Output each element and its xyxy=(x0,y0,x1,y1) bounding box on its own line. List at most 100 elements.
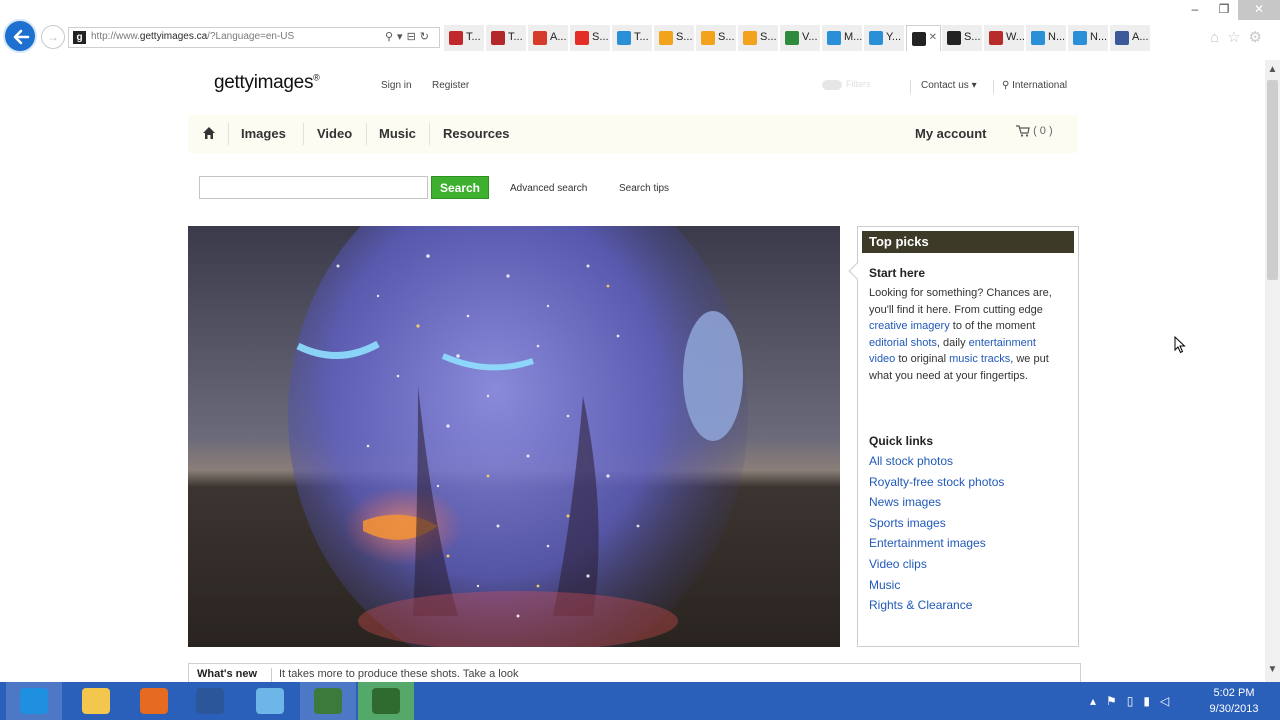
restore-button[interactable]: ❐ xyxy=(1210,0,1238,20)
favorites-star-icon[interactable]: ☆ xyxy=(1227,29,1248,46)
clock-date[interactable]: 9/30/2013 xyxy=(1206,703,1262,715)
quick-link[interactable]: Royalty-free stock photos xyxy=(869,475,1004,496)
scroll-up-arrow-icon[interactable]: ▲ xyxy=(1265,64,1280,78)
settings-gear-icon[interactable]: ⚙ xyxy=(1249,29,1270,46)
url-host: gettyimages.ca xyxy=(139,31,208,42)
home-icon[interactable] xyxy=(202,126,216,140)
page-scrollbar[interactable]: ▲ ▼ xyxy=(1265,60,1280,682)
quick-link[interactable]: Entertainment images xyxy=(869,536,1004,557)
sign-in-link[interactable]: Sign in xyxy=(381,80,412,91)
advanced-search-link[interactable]: Advanced search xyxy=(510,183,587,194)
camtasia-recorder-taskbar-button[interactable] xyxy=(300,682,356,720)
minimize-button[interactable]: – xyxy=(1180,0,1210,20)
quick-link[interactable]: All stock photos xyxy=(869,454,1004,475)
show-hidden-icons-arrow-icon[interactable]: ▴ xyxy=(1090,694,1106,708)
browser-tab[interactable]: N... xyxy=(1068,25,1109,51)
back-arrow-icon xyxy=(13,29,30,45)
filter-toggle[interactable]: Filters xyxy=(822,79,898,93)
compatibility-icon[interactable]: ⊟ xyxy=(407,31,420,43)
browser-tab[interactable]: M... xyxy=(822,25,863,51)
browser-tab[interactable]: V... xyxy=(780,25,821,51)
search-button[interactable]: Search xyxy=(431,176,489,199)
cart-button[interactable]: ( 0 ) xyxy=(1016,125,1053,137)
network-icon[interactable]: ▮ xyxy=(1143,694,1160,708)
search-input[interactable] xyxy=(199,176,428,199)
browser-tab[interactable]: T... xyxy=(486,25,527,51)
header-divider xyxy=(910,80,911,94)
panel-pointer xyxy=(848,262,866,280)
url-suffix: /?Language=en-US xyxy=(207,31,295,42)
scrollbar-thumb[interactable] xyxy=(1267,80,1278,280)
youtube-icon xyxy=(575,31,589,45)
web-page: gettyimages® Sign in Register Filters Co… xyxy=(0,60,1265,682)
nav-images[interactable]: Images xyxy=(241,126,286,141)
tab-label: T... xyxy=(466,31,481,43)
my-account-link[interactable]: My account xyxy=(915,126,987,141)
home-icon[interactable]: ⌂ xyxy=(1210,29,1227,46)
international-link[interactable]: ⚲ International xyxy=(1002,80,1067,91)
gettyimages-logo[interactable]: gettyimages® xyxy=(214,72,320,94)
nav-resources[interactable]: Resources xyxy=(443,126,509,141)
browser-tab[interactable]: T... xyxy=(444,25,485,51)
browser-chrome: → g http://www.gettyimages.ca/?Language=… xyxy=(0,0,1280,60)
internet-explorer-icon xyxy=(20,688,48,714)
close-window-button[interactable]: ✕ xyxy=(1238,0,1280,20)
hero-image[interactable] xyxy=(188,226,840,647)
nav-music[interactable]: Music xyxy=(379,126,416,141)
search-tips-link[interactable]: Search tips xyxy=(619,183,669,194)
multicolor-grid-icon xyxy=(701,31,715,45)
refresh-icon[interactable]: ↻ xyxy=(420,31,433,43)
tab-label: S... xyxy=(592,31,609,43)
browser-tab[interactable]: T... xyxy=(612,25,653,51)
firefox-taskbar-button[interactable] xyxy=(126,682,182,720)
quick-link[interactable]: Rights & Clearance xyxy=(869,598,1004,619)
browser-tab[interactable]: S... xyxy=(696,25,737,51)
intro-link[interactable]: music tracks xyxy=(949,353,1010,365)
volume-icon[interactable]: ◁ xyxy=(1160,694,1179,708)
browser-tab[interactable]: N... xyxy=(1026,25,1067,51)
address-bar-icons[interactable]: ⚲▾⊟↻ xyxy=(385,30,433,43)
browser-tab[interactable]: W... xyxy=(984,25,1025,51)
browser-tab[interactable]: Y... xyxy=(864,25,905,51)
register-link[interactable]: Register xyxy=(432,80,469,91)
firefox-icon xyxy=(140,688,168,714)
international-label: International xyxy=(1012,80,1068,91)
clock-time[interactable]: 5:02 PM xyxy=(1206,687,1262,699)
browser-tab[interactable]: A... xyxy=(528,25,569,51)
file-explorer-taskbar-button[interactable] xyxy=(68,682,124,720)
ie-page-icon xyxy=(1073,31,1087,45)
browser-tab[interactable]: S... xyxy=(570,25,611,51)
quick-link[interactable]: News images xyxy=(869,495,1004,516)
notepad-taskbar-button[interactable] xyxy=(242,682,298,720)
action-center-flag-icon[interactable]: ⚑ xyxy=(1106,694,1127,708)
back-button[interactable] xyxy=(3,19,37,53)
internet-explorer-taskbar-button[interactable] xyxy=(6,682,62,720)
nav-video[interactable]: Video xyxy=(317,126,352,141)
browser-tab[interactable]: S... xyxy=(654,25,695,51)
browser-tab[interactable]: A... xyxy=(1110,25,1151,51)
quick-link[interactable]: Video clips xyxy=(869,557,1004,578)
quick-link[interactable]: Music xyxy=(869,578,1004,599)
intro-link[interactable]: creative imagery xyxy=(869,320,950,332)
intro-link[interactable]: editorial shots xyxy=(869,337,937,349)
browser-tab[interactable]: S... xyxy=(942,25,983,51)
whats-new-bar: What's new It takes more to produce thes… xyxy=(188,663,1081,682)
browser-tab[interactable]: ✕ xyxy=(906,25,941,51)
battery-icon[interactable]: ▯ xyxy=(1127,694,1144,708)
address-bar[interactable]: g http://www.gettyimages.ca/?Language=en… xyxy=(68,27,440,48)
dropdown-icon[interactable]: ▾ xyxy=(397,31,407,43)
vine-icon xyxy=(785,31,799,45)
word-icon xyxy=(196,688,224,714)
whats-new-link[interactable]: It takes more to produce these shots. Ta… xyxy=(279,668,519,680)
browser-tab[interactable]: S... xyxy=(738,25,779,51)
word-taskbar-button[interactable] xyxy=(182,682,238,720)
camtasia-studio-taskbar-button[interactable] xyxy=(358,682,414,720)
scroll-down-arrow-icon[interactable]: ▼ xyxy=(1265,664,1280,678)
close-tab-icon[interactable]: ✕ xyxy=(929,32,937,43)
quick-link[interactable]: Sports images xyxy=(869,516,1004,537)
tab-label: S... xyxy=(964,31,981,43)
forward-button[interactable]: → xyxy=(41,25,65,49)
search-icon[interactable]: ⚲ xyxy=(385,31,397,43)
contact-us-link[interactable]: Contact us ▾ xyxy=(921,80,977,91)
url-text[interactable]: http://www.gettyimages.ca/?Language=en-U… xyxy=(91,31,294,42)
